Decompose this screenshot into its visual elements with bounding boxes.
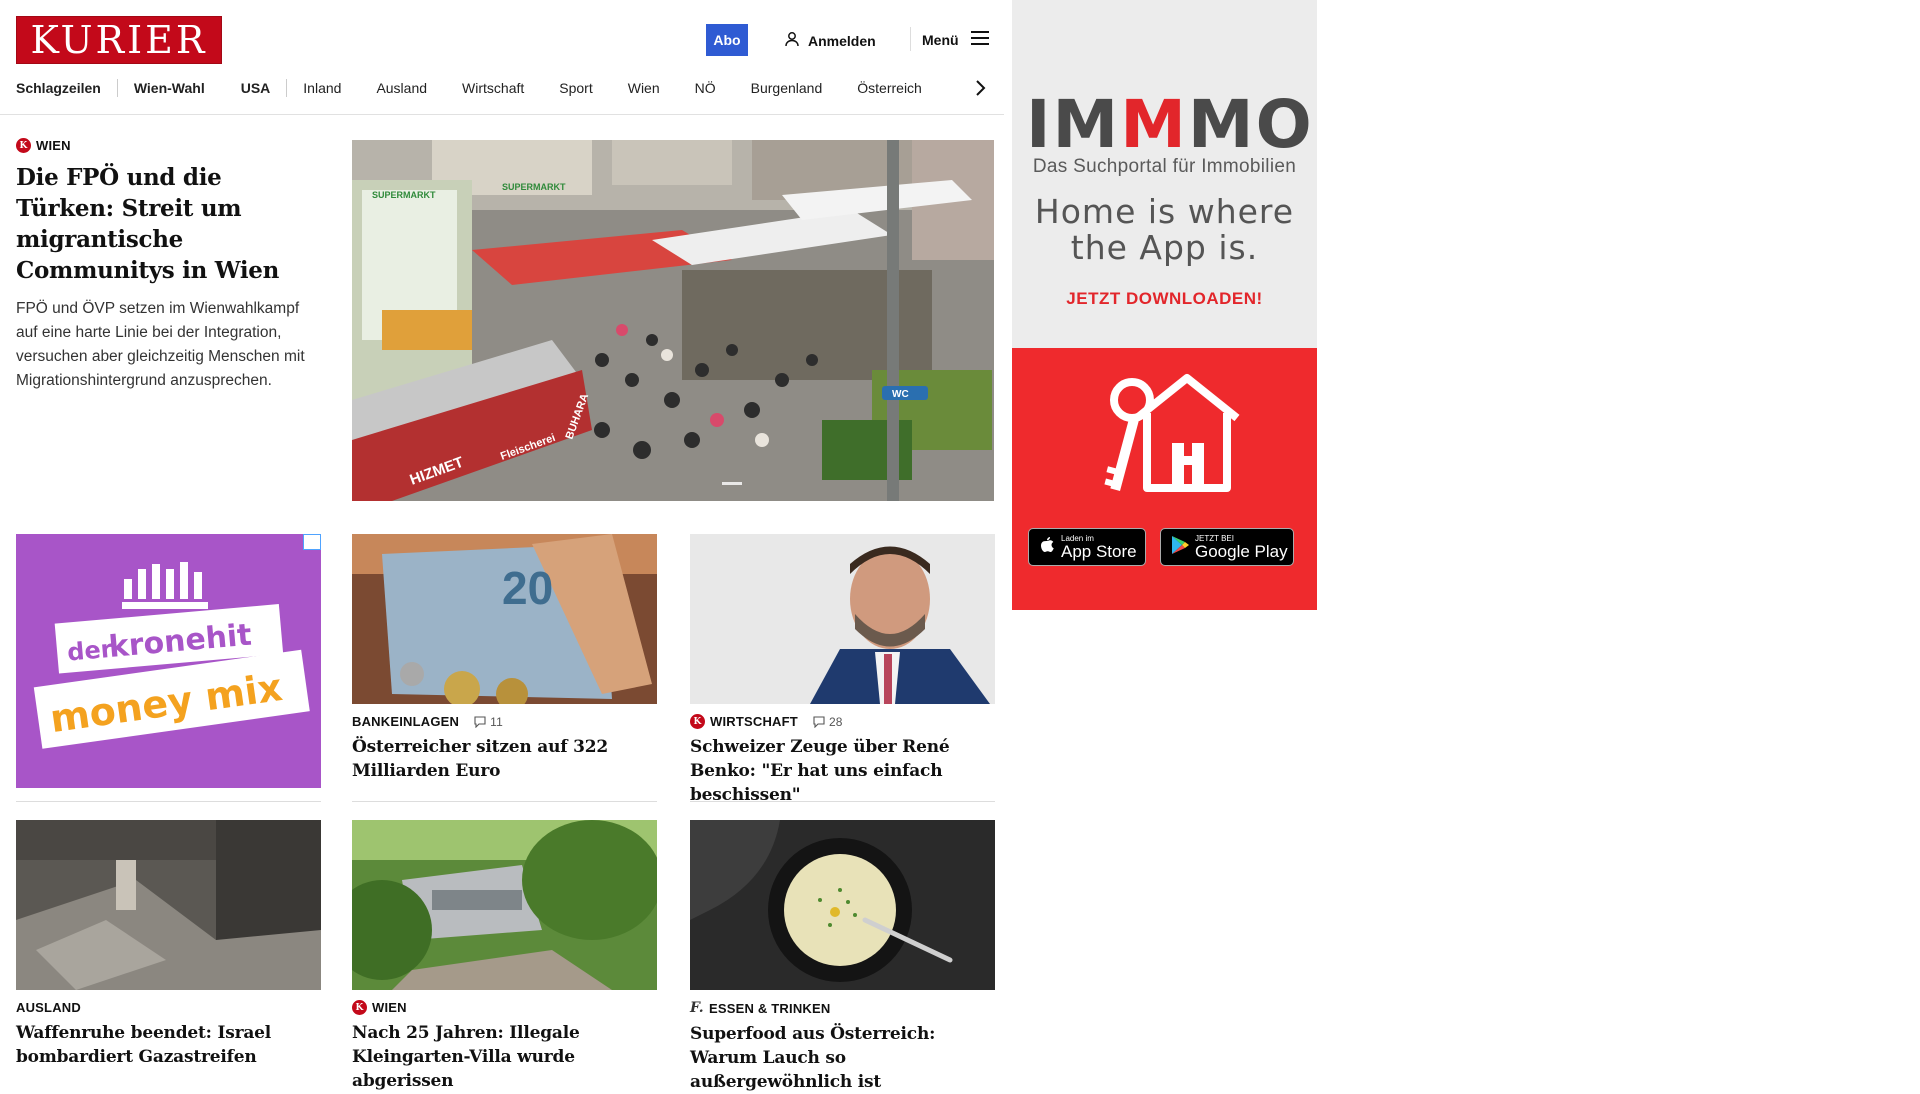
nav-separator	[286, 79, 288, 97]
app-store-button[interactable]: Laden im App Store	[1028, 528, 1146, 566]
food-f-icon: f.	[690, 1000, 704, 1016]
nav-item-wirtschaft[interactable]: Wirtschaft	[462, 80, 524, 96]
immmo-ad-bottom: Laden im App Store JETZT BEI Google Play	[1012, 348, 1317, 610]
abo-button[interactable]: Abo	[706, 24, 748, 56]
nav-item-oesterreich[interactable]: Österreich	[857, 80, 922, 96]
market-sign-supermarkt: SUPERMARKT	[372, 190, 436, 200]
lead-teaser: FPÖ und ÖVP setzen im Wienwahlkampf auf …	[16, 300, 305, 389]
card-bankeinlagen[interactable]: 20 BANKEINLAGEN 11 Österreicher sitzen a…	[352, 534, 657, 783]
lead-article[interactable]: K WIEN Die FPÖ und die Türken: Streit um…	[16, 138, 321, 393]
euro-note-label: 20	[502, 562, 553, 614]
google-play-icon	[1171, 535, 1189, 560]
card-headline[interactable]: Nach 25 Jahren: Illegale Kleingarten-Vil…	[352, 1021, 657, 1093]
card-image-rubble[interactable]	[16, 820, 321, 990]
header-divider	[910, 27, 911, 51]
card-kicker: K WIRTSCHAFT 28	[690, 714, 995, 729]
row-divider	[352, 801, 657, 802]
card-kicker: K WIEN	[352, 1000, 657, 1015]
nav-item-ausland[interactable]: Ausland	[376, 80, 427, 96]
nav-item-usa[interactable]: USA	[241, 80, 271, 96]
lead-headline[interactable]: Die FPÖ und die Türken: Streit um migran…	[16, 162, 321, 286]
nav-item-noe[interactable]: NÖ	[695, 80, 716, 96]
market-sign-wc: WC	[892, 389, 909, 400]
app-store-big: App Store	[1061, 541, 1137, 561]
immmo-subtitle: Das Suchportal für Immobilien	[1032, 156, 1297, 177]
card-headline[interactable]: Schweizer Zeuge über René Benko: "Er hat…	[690, 735, 995, 807]
immmo-logo-part: IM	[1026, 86, 1121, 163]
row-divider	[690, 801, 995, 802]
kurier-k-icon: K	[690, 714, 705, 729]
crown-icon	[122, 562, 208, 609]
immmo-logo-part-red: M	[1120, 86, 1188, 163]
card-image-soup[interactable]	[690, 820, 995, 990]
card-wirtschaft-benko[interactable]: K WIRTSCHAFT 28 Schweizer Zeuge über Ren…	[690, 534, 995, 807]
google-play-big: Google Play	[1195, 541, 1288, 561]
immmo-logo-part: MO	[1187, 86, 1314, 163]
menu-button[interactable]: Menü	[922, 31, 989, 48]
card-image-euro[interactable]: 20	[352, 534, 657, 704]
card-essen-lauch[interactable]: f. ESSEN & TRINKEN Superfood aus Österre…	[690, 820, 995, 1094]
kurier-k-icon: K	[352, 1000, 367, 1015]
comment-icon	[813, 715, 825, 728]
nav-item-inland[interactable]: Inland	[303, 80, 341, 96]
immmo-claim: Home is where the App is.	[1012, 194, 1317, 266]
card-ausland-gaza[interactable]: AUSLAND Waffenruhe beendet: Israel bomba…	[16, 820, 321, 1069]
immmo-logo: IMMMO	[1026, 90, 1312, 160]
nav-item-schlagzeilen[interactable]: Schlagzeilen	[16, 80, 101, 96]
kronehit-ad[interactable]: der kronehit money mix	[16, 534, 321, 788]
menu-label: Menü	[922, 31, 959, 48]
apple-icon	[1039, 536, 1055, 559]
card-headline[interactable]: Österreicher sitzen auf 322 Milliarden E…	[352, 735, 657, 783]
card-kicker: f. ESSEN & TRINKEN	[690, 1000, 995, 1016]
user-icon	[784, 31, 800, 50]
site-header: KURIER Abo Anmelden Menü Schlagzeilen Wi…	[0, 0, 1004, 115]
immmo-download-cta[interactable]: JETZT DOWNLOADEN!	[1012, 289, 1317, 309]
card-kicker-label: WIEN	[372, 1000, 407, 1015]
lead-kicker: K WIEN	[16, 138, 321, 153]
nav-item-sport[interactable]: Sport	[559, 80, 592, 96]
house-key-icon	[1104, 374, 1240, 492]
nav-separator	[116, 79, 118, 97]
immmo-ad-top: IMMMO Das Suchportal für Immobilien Home…	[1012, 0, 1317, 348]
card-kicker-label: WIRTSCHAFT	[710, 714, 798, 729]
comment-count[interactable]: 11	[474, 715, 503, 729]
kronehit-ad-graphic: der kronehit money mix	[33, 562, 310, 749]
market-photo: SUPERMARKT SUPERMARKT HIZMET Fleischerei…	[352, 140, 994, 501]
card-kicker: BANKEINLAGEN 11	[352, 714, 657, 729]
nav-item-wien[interactable]: Wien	[628, 80, 660, 96]
lead-kicker-label: WIEN	[36, 138, 71, 153]
row-divider	[16, 801, 321, 802]
card-headline[interactable]: Waffenruhe beendet: Israel bombardiert G…	[16, 1021, 321, 1069]
immmo-ad[interactable]: IMMMO Das Suchportal für Immobilien Home…	[1012, 0, 1317, 610]
google-play-button[interactable]: JETZT BEI Google Play	[1160, 528, 1294, 566]
login-label: Anmelden	[808, 32, 876, 49]
nav-item-wien-wahl[interactable]: Wien-Wahl	[134, 80, 205, 96]
section-nav: Schlagzeilen Wien-Wahl USA Inland Auslan…	[16, 78, 922, 98]
kronehit-ad-line1: der	[66, 635, 114, 667]
card-image-portrait[interactable]	[690, 534, 995, 704]
immmo-claim-line1: Home is where	[1034, 192, 1295, 231]
card-headline[interactable]: Superfood aus Österreich: Warum Lauch so…	[690, 1022, 995, 1094]
nav-next-arrow-icon[interactable]	[970, 76, 990, 100]
card-wien-villa[interactable]: K WIEN Nach 25 Jahren: Illegale Kleingar…	[352, 820, 657, 1093]
card-kicker-label: ESSEN & TRINKEN	[709, 1000, 831, 1016]
hamburger-icon	[970, 31, 989, 48]
card-kicker-label: BANKEINLAGEN	[352, 714, 460, 729]
login-link[interactable]: Anmelden	[784, 31, 876, 50]
comment-count-value: 11	[490, 714, 503, 729]
ad-choices-icon[interactable]	[303, 534, 321, 550]
market-sign-supermarkt-2: SUPERMARKT	[502, 182, 566, 192]
card-image-villa[interactable]	[352, 820, 657, 990]
card-kicker: AUSLAND	[16, 1000, 321, 1015]
comment-count-value: 28	[828, 714, 843, 729]
nav-item-burgenland[interactable]: Burgenland	[751, 80, 823, 96]
lead-image-market[interactable]: SUPERMARKT SUPERMARKT HIZMET Fleischerei…	[352, 140, 994, 501]
kurier-logo[interactable]: KURIER	[16, 16, 222, 64]
immmo-claim-line2: the App is.	[1070, 228, 1259, 267]
comment-count[interactable]: 28	[813, 715, 843, 729]
comment-icon	[474, 715, 486, 728]
kurier-k-icon: K	[16, 138, 31, 153]
card-kicker-label: AUSLAND	[16, 1000, 81, 1015]
